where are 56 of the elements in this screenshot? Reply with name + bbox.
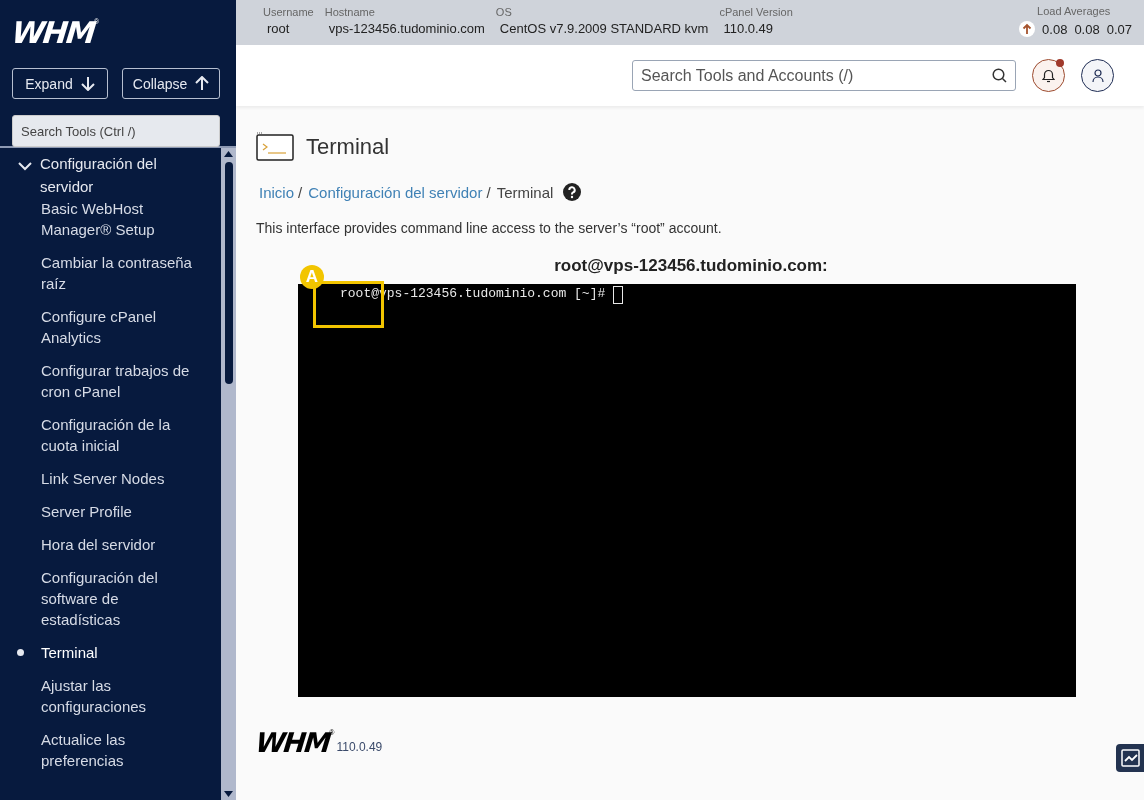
info-label: OS [495, 5, 513, 19]
collapse-button[interactable]: Collapse [122, 68, 220, 99]
notifications-button[interactable] [1032, 59, 1065, 92]
breadcrumb-link[interactable]: Inicio [259, 183, 295, 201]
whm-logo: WHM [254, 729, 331, 756]
help-icon[interactable] [563, 183, 582, 201]
sidebar-item[interactable]: Configurar trabajos de cron cPanel [41, 360, 199, 402]
info-label: Username [263, 5, 314, 19]
info-value: vps-123456.tudominio.com [327, 20, 485, 38]
info-value: CentOS v7.9.2009 STANDARD kvm [498, 20, 709, 38]
search-icon [992, 68, 1007, 83]
sidebar-item[interactable]: Basic WebHost Manager® Setup [41, 198, 199, 240]
sidebar-item[interactable]: Hora del servidor [41, 534, 199, 555]
terminal-icon [256, 132, 294, 161]
info-label: cPanel Version [719, 5, 793, 19]
sidebar-item[interactable]: Actualice las preferencias [41, 729, 199, 771]
breadcrumb-current: Terminal [496, 183, 554, 201]
breadcrumb-separator: / [486, 183, 491, 201]
info-value: 110.0.49 [722, 20, 775, 38]
arrow-down-icon [80, 76, 95, 91]
sidebar-group-label[interactable]: Configuración del servidor [40, 152, 180, 198]
load-average-value: 0.07 [1106, 21, 1132, 37]
scrollbar-thumb[interactable] [224, 162, 233, 384]
cursor-icon [613, 286, 624, 304]
line-chart-icon [1120, 749, 1140, 767]
scroll-up-icon [223, 150, 234, 158]
user-icon [1091, 68, 1104, 83]
sidebar-item[interactable]: Terminal [41, 642, 199, 663]
search-field[interactable]: Search Tools (Ctrl /) [12, 115, 220, 147]
expand-button[interactable]: Expand [12, 68, 108, 99]
version-text: 110.0.49 [336, 740, 383, 754]
annotation-badge: A [300, 265, 324, 289]
sidebar-item[interactable]: Server Profile [41, 501, 199, 522]
breadcrumb-link[interactable]: Configuración del servidor [308, 183, 483, 201]
user-button[interactable] [1081, 59, 1114, 92]
arrow-up-icon [1019, 21, 1036, 37]
sidebar-item[interactable]: Ajustar las configuraciones [41, 675, 199, 717]
sidebar-item[interactable]: Configuración de la cuota inicial [41, 414, 199, 456]
info-label: Load Averages [1037, 4, 1111, 18]
sidebar-item[interactable]: Configuración del software de estadísticas [41, 567, 199, 630]
sidebar-item[interactable]: Configure cPanel Analytics [41, 306, 199, 348]
page-title: Terminal [306, 133, 390, 160]
sidebar-item[interactable]: Link Server Nodes [41, 468, 199, 489]
load-average-value: 0.08 [1074, 21, 1100, 37]
bell-icon [1042, 68, 1055, 83]
chart-button[interactable] [1116, 744, 1144, 772]
sidebar-item[interactable]: Cambiar la contraseña raíz [41, 252, 199, 294]
search-field[interactable]: Search Tools and Accounts (/) [632, 60, 1016, 91]
load-average-value: 0.08 [1042, 21, 1068, 37]
description-text: This interface provides command line access to the server’s “root” account. [256, 220, 723, 236]
scrollbar[interactable] [221, 148, 236, 800]
scroll-down-icon [223, 790, 234, 798]
info-label: Hostname [324, 5, 376, 19]
info-value: root [266, 20, 291, 38]
breadcrumb-separator: / [298, 183, 303, 201]
arrow-up-icon [195, 76, 210, 91]
